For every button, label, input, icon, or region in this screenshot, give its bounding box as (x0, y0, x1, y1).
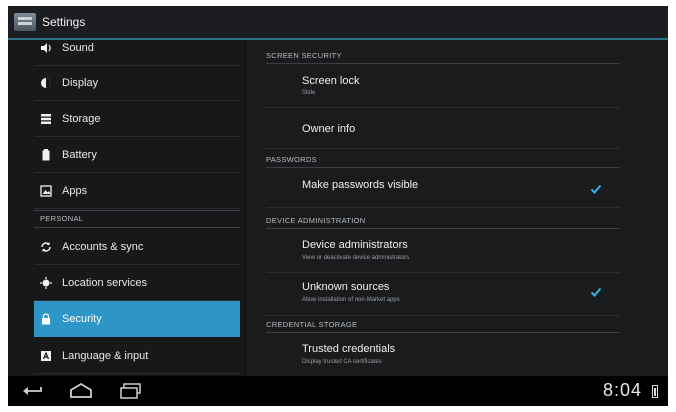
unknown-sources-title: Unknown sources (302, 281, 390, 293)
sidebar-item-location-services[interactable]: Location services (34, 265, 240, 301)
settings-icon[interactable] (14, 13, 36, 31)
battery-icon (40, 148, 52, 161)
sidebar-section-header-personal: PERSONAL (40, 214, 84, 223)
sidebar-item-label: Display (62, 76, 99, 89)
make-passwords-visible-title: Make passwords visible (302, 179, 419, 191)
sync-icon (40, 241, 52, 253)
sidebar-item-label: Location services (62, 276, 147, 289)
section-header-device-administration: DEVICE ADMINISTRATION (266, 216, 620, 229)
apps-icon (40, 184, 52, 197)
sidebar-item-display[interactable]: Display (34, 65, 240, 101)
section-header-screen-security: SCREEN SECURITY (266, 51, 620, 64)
unknown-sources-summary: Allow installation of non-Market apps (302, 297, 400, 303)
make-passwords-visible-checkbox[interactable] (590, 183, 602, 195)
trusted-credentials-summary: Display trusted CA certificates (302, 359, 382, 365)
checkmark-icon (590, 184, 602, 194)
language-icon (40, 350, 52, 362)
sidebar-divider (34, 227, 240, 228)
lock-icon (40, 313, 52, 325)
app-title: Settings (42, 15, 86, 29)
back-icon[interactable] (22, 382, 46, 400)
device-administrators-title: Device administrators (302, 239, 408, 251)
sidebar-item-battery[interactable]: Battery (34, 137, 240, 173)
owner-info-setting[interactable]: Owner info (266, 108, 620, 149)
sidebar-item-label: Language & input (62, 349, 149, 362)
sidebar-item-label: Accounts & sync (62, 240, 144, 253)
sidebar-item-label: Storage (62, 112, 101, 125)
settings-category-list[interactable]: Sound Display Storage Battery Apps PERSO… (8, 40, 244, 376)
sidebar-item-storage[interactable]: Storage (34, 101, 240, 137)
device-administrators-setting[interactable]: Device administrators View or deactivate… (266, 230, 620, 273)
speaker-icon (40, 42, 52, 54)
sidebar-item-language-input[interactable]: Language & input (34, 338, 240, 374)
sidebar-item-label: Security (62, 313, 102, 325)
recent-apps-icon[interactable] (118, 382, 144, 400)
checkmark-icon (590, 287, 602, 297)
trusted-credentials-title: Trusted credentials (302, 343, 396, 355)
sidebar-item-label: Battery (62, 148, 97, 161)
unknown-sources-checkbox[interactable] (590, 286, 602, 298)
location-icon (40, 276, 52, 289)
make-passwords-visible-setting[interactable]: Make passwords visible (266, 169, 620, 208)
unknown-sources-setting[interactable]: Unknown sources Allow installation of no… (266, 273, 620, 316)
display-brightness-icon (40, 77, 52, 89)
sidebar-item-label: Apps (62, 184, 88, 197)
battery-status-icon[interactable] (652, 385, 658, 398)
clock[interactable]: 8:04 (603, 380, 642, 401)
screen-lock-summary: Slide (302, 90, 316, 96)
sidebar-item-accounts-sync[interactable]: Accounts & sync (34, 229, 240, 265)
screen-lock-title: Screen lock (302, 75, 360, 87)
tablet-screen: Settings Sound Display Storage Battery A… (8, 6, 668, 406)
trusted-credentials-setting[interactable]: Trusted credentials Display trusted CA c… (266, 334, 620, 372)
sidebar-item-security[interactable]: Security (34, 301, 240, 337)
section-header-passwords: PASSWORDS (266, 155, 620, 168)
security-settings-panel[interactable]: SCREEN SECURITY Screen lock Slide Owner … (246, 40, 668, 376)
system-navigation-bar: 8:04 (8, 376, 668, 406)
storage-icon (40, 113, 52, 125)
sidebar-item-sound[interactable]: Sound (34, 30, 240, 66)
sidebar-divider (34, 210, 240, 211)
screen-lock-setting[interactable]: Screen lock Slide (266, 65, 620, 108)
home-icon[interactable] (68, 382, 94, 400)
device-administrators-summary: View or deactivate device administrators (302, 255, 410, 261)
sidebar-item-apps[interactable]: Apps (34, 173, 240, 209)
section-header-credential-storage: CREDENTIAL STORAGE (266, 320, 620, 333)
sidebar-item-label: Sound (62, 41, 94, 54)
owner-info-title: Owner info (302, 123, 356, 135)
